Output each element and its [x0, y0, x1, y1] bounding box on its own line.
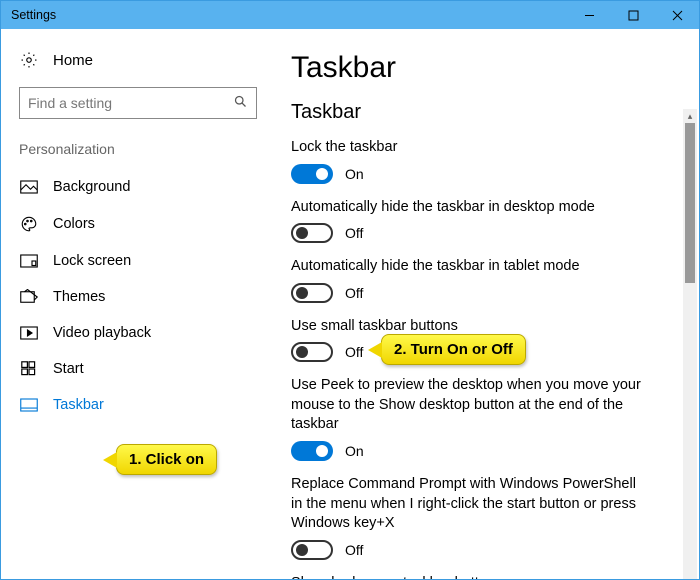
toggle-small-buttons[interactable]: [291, 342, 333, 362]
sidebar-item-themes[interactable]: Themes: [19, 279, 263, 315]
search-placeholder: Find a setting: [28, 95, 112, 111]
sidebar-item-label: Background: [53, 179, 130, 195]
sidebar: Home Find a setting Personalization Back…: [1, 29, 281, 579]
toggle-peek[interactable]: [291, 441, 333, 461]
toggle-state: On: [345, 443, 364, 459]
section-label: Personalization: [19, 141, 263, 157]
toggle-state: Off: [345, 542, 363, 558]
sidebar-item-label: Taskbar: [53, 397, 104, 413]
toggle-state: Off: [345, 344, 363, 360]
sidebar-item-label: Video playback: [53, 325, 151, 341]
setting-label: Replace Command Prompt with Windows Powe…: [291, 475, 651, 534]
search-input[interactable]: Find a setting: [19, 87, 257, 119]
callout-1: 1. Click on: [116, 444, 217, 475]
sidebar-item-label: Start: [53, 361, 84, 377]
page-subtitle: Taskbar: [291, 101, 669, 124]
toggle-state: Off: [345, 285, 363, 301]
toggle-replace-cmd[interactable]: [291, 540, 333, 560]
sidebar-item-label: Themes: [53, 289, 105, 305]
scroll-up-button[interactable]: ▴: [683, 109, 697, 123]
sidebar-item-label: Lock screen: [53, 253, 131, 269]
sidebar-item-colors[interactable]: Colors: [19, 205, 263, 243]
page-title: Taskbar: [291, 51, 669, 85]
setting-peek: Use Peek to preview the desktop when you…: [291, 376, 669, 461]
search-icon: [233, 94, 248, 112]
start-icon: [19, 361, 39, 377]
main-area: Home Find a setting Personalization Back…: [1, 29, 699, 579]
setting-label: Automatically hide the taskbar in deskto…: [291, 198, 651, 218]
palette-icon: [19, 215, 39, 233]
maximize-button[interactable]: [611, 1, 655, 29]
sidebar-item-video-playback[interactable]: Video playback: [19, 315, 263, 351]
sidebar-item-background[interactable]: Background: [19, 169, 263, 205]
toggle-autohide-tablet[interactable]: [291, 283, 333, 303]
lock-screen-icon: [19, 254, 39, 268]
video-icon: [19, 326, 39, 340]
setting-autohide-desktop: Automatically hide the taskbar in deskto…: [291, 198, 669, 244]
sidebar-item-label: Colors: [53, 216, 95, 232]
content-pane: Taskbar Taskbar Lock the taskbar On Auto…: [281, 29, 699, 579]
sidebar-item-lock-screen[interactable]: Lock screen: [19, 243, 263, 279]
minimize-button[interactable]: [567, 1, 611, 29]
setting-replace-cmd: Replace Command Prompt with Windows Powe…: [291, 475, 669, 560]
scrollbar[interactable]: ▴ ▾: [683, 109, 697, 579]
setting-lock-taskbar: Lock the taskbar On: [291, 138, 669, 184]
window-controls: [567, 1, 699, 29]
callout-text: 1. Click on: [129, 451, 204, 468]
picture-icon: [19, 180, 39, 194]
setting-label: Automatically hide the taskbar in tablet…: [291, 257, 651, 277]
home-link[interactable]: Home: [19, 51, 263, 69]
taskbar-icon: [19, 398, 39, 412]
home-label: Home: [53, 52, 93, 69]
window-title: Settings: [11, 8, 56, 22]
toggle-state: Off: [345, 225, 363, 241]
setting-label: Use Peek to preview the desktop when you…: [291, 376, 651, 435]
setting-label: Lock the taskbar: [291, 138, 651, 158]
callout-text: 2. Turn On or Off: [394, 341, 513, 358]
titlebar: Settings: [1, 1, 699, 29]
scroll-thumb[interactable]: [685, 123, 695, 283]
toggle-lock-taskbar[interactable]: [291, 164, 333, 184]
gear-icon: [19, 51, 39, 69]
setting-autohide-tablet: Automatically hide the taskbar in tablet…: [291, 257, 669, 303]
sidebar-item-taskbar[interactable]: Taskbar: [19, 387, 263, 423]
toggle-autohide-desktop[interactable]: [291, 223, 333, 243]
toggle-state: On: [345, 166, 364, 182]
close-button[interactable]: [655, 1, 699, 29]
callout-2: 2. Turn On or Off: [381, 334, 526, 365]
setting-badges: Show badges on taskbar buttons: [291, 574, 669, 579]
sidebar-item-start[interactable]: Start: [19, 351, 263, 387]
setting-label: Show badges on taskbar buttons: [291, 574, 651, 579]
themes-icon: [19, 289, 39, 305]
